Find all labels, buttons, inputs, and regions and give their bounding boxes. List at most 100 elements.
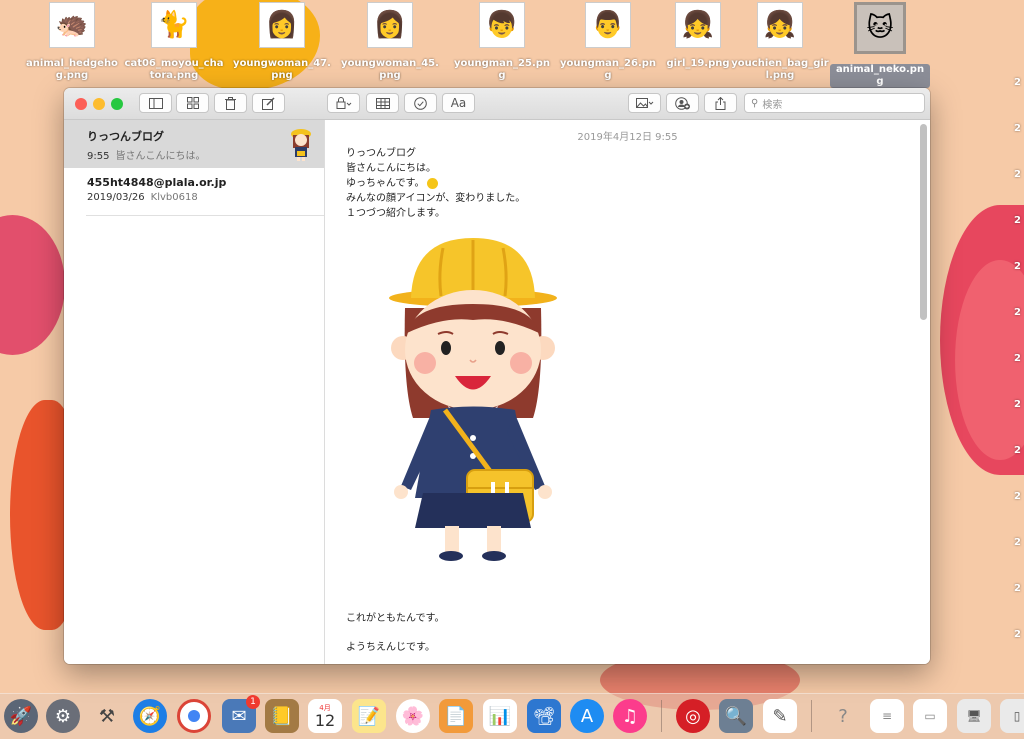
desktop-file-8[interactable]: 🐱 animal_neko.png (830, 2, 930, 88)
sidebar-toggle-button[interactable] (139, 93, 172, 113)
hedgehog-icon: 🦔 (49, 2, 95, 48)
gallery-view-button[interactable] (176, 93, 209, 113)
desktop-file-3[interactable]: 👩 youngwoman_45.png (340, 2, 440, 82)
desktop-edge-label: 2 (1014, 445, 1021, 456)
zoom-window-button[interactable] (111, 98, 123, 110)
desktop-edge-label: 2 (1014, 629, 1021, 640)
preview-icon[interactable]: 🔍 (719, 699, 753, 733)
trash-dock-icon[interactable]: ▯ (1000, 699, 1024, 733)
textedit-icon[interactable]: ✎ (763, 699, 797, 733)
note-title: 455ht4848@plala.or.jp (87, 176, 227, 189)
desktop-edge-label: 2 (1014, 169, 1021, 180)
desktop-file-label: animal_neko.png (830, 64, 930, 88)
delete-button[interactable] (214, 93, 247, 113)
note-item-email[interactable]: 455ht4848@plala.or.jp 2019/03/26 Klvb0618 (64, 168, 324, 216)
note-line: １つづつ紹介します。 (346, 208, 445, 219)
desktop-file-4[interactable]: 👦 youngman_25.png (452, 2, 552, 82)
kindergarten-girl-icon: 👧 (757, 2, 803, 48)
media-button[interactable] (628, 93, 661, 113)
scrollbar[interactable] (920, 124, 927, 320)
table-icon (375, 97, 390, 109)
dock: 🚀 ⚙ ⚒ 🧭 ✉ 1 📒 4月 12 📝 🌸 📄 📊 📽 A ♫ ◎ 🔍 ✎ ? … (0, 693, 1024, 739)
desktop-file-1[interactable]: 🐈 cat06_moyou_chatora.png (124, 2, 224, 82)
minimize-window-button[interactable] (93, 98, 105, 110)
desktop-file-5[interactable]: 👨 youngman_26.png (558, 2, 658, 82)
desktop-file-label: youngman_25.png (453, 58, 551, 81)
toolbar: Aa ⚲ 検索 (64, 88, 930, 120)
note-thumbnail-image (291, 129, 311, 161)
chrome-icon[interactable] (177, 699, 211, 733)
search-icon: ⚲ (751, 97, 759, 109)
document-icon[interactable]: ▭ (913, 699, 947, 733)
desktop-edge-label: 2 (1014, 261, 1021, 272)
app-store-icon[interactable]: A (570, 699, 604, 733)
desktop-file-label: youngman_26.png (559, 58, 657, 81)
pages-icon[interactable]: 📄 (439, 699, 473, 733)
divider (86, 215, 324, 216)
compose-button[interactable] (252, 93, 285, 113)
note-time: 9:55 (87, 151, 110, 162)
system-preferences-icon[interactable]: ⚙ (46, 699, 80, 733)
add-people-button[interactable] (666, 93, 699, 113)
antivirus-icon[interactable]: ◎ (676, 699, 710, 733)
desktop-file-0[interactable]: 🦔 animal_hedgehog.png (22, 2, 122, 82)
search-placeholder: 検索 (762, 99, 783, 111)
woman-icon: 👩 (367, 2, 413, 48)
safari-icon[interactable]: 🧭 (133, 699, 167, 733)
table-button[interactable] (366, 93, 399, 113)
girl-icon: 👧 (675, 2, 721, 48)
contacts-icon[interactable]: 📒 (265, 699, 299, 733)
screenshot-icon[interactable]: 🖥 (957, 699, 991, 733)
dock-divider (811, 700, 812, 732)
note-item-blog[interactable]: りっつんブログ 9:55 皆さんこんにちは。 (64, 120, 324, 168)
desktop-file-label: cat06_moyou_chatora.png (124, 58, 224, 81)
desktop-file-label: youngwoman_47.png (233, 58, 331, 81)
man-icon: 👨 (585, 2, 631, 48)
note-line: ゆっちゃんです。 (346, 176, 525, 191)
search-field[interactable]: ⚲ 検索 (744, 93, 925, 113)
desktop-file-label: youchien_bag_girl.png (731, 58, 829, 81)
notes-list: りっつんブログ 9:55 皆さんこんにちは。 455ht4848@plala.or… (64, 120, 325, 664)
smiley-icon (426, 177, 438, 189)
keynote-icon[interactable]: 📽 (527, 699, 561, 733)
lock-button[interactable] (327, 93, 360, 113)
wallpaper-shape (0, 215, 65, 355)
notes-icon[interactable]: 📝 (352, 699, 386, 733)
note-editor[interactable]: 2019年4月12日 9:55 りっつんブログ 皆さんこんにちは。 ゆっちゃんで… (325, 120, 930, 664)
format-button[interactable]: Aa (442, 93, 475, 113)
desktop-file-label: animal_hedgehog.png (26, 58, 118, 81)
woman-icon: 👩 (259, 2, 305, 48)
share-button[interactable] (704, 93, 737, 113)
calendar-day: 12 (314, 711, 336, 730)
lock-icon (336, 97, 351, 109)
desktop-file-label: youngwoman_45.png (341, 58, 439, 81)
note-preview: Klvb0618 (150, 192, 198, 203)
desktop-edge-label: 2 (1014, 77, 1021, 88)
note-line: 皆さんこんにちは。 (346, 163, 436, 174)
network-utility-icon[interactable]: ⚒ (90, 699, 124, 733)
itunes-icon[interactable]: ♫ (613, 699, 647, 733)
note-line-text: ゆっちゃんです。 (346, 178, 425, 189)
photo-icon (635, 97, 653, 108)
checklist-button[interactable] (404, 93, 437, 113)
document-icon[interactable]: ≡ (870, 699, 904, 733)
mail-icon[interactable]: ✉ 1 (222, 695, 260, 733)
desktop-file-7[interactable]: 👧 youchien_bag_girl.png (730, 2, 830, 82)
checkmark-icon (414, 96, 427, 110)
add-person-icon (674, 96, 690, 110)
notes-window: Aa ⚲ 検索 りっつんブログ 9:55 皆さんこんにちは。 455ht4848… (64, 88, 930, 664)
desktop-edge-label: 2 (1014, 583, 1021, 594)
calendar-icon[interactable]: 4月 12 (308, 699, 342, 733)
note-line: これがともたんです。 (346, 613, 445, 624)
note-body[interactable]: りっつんブログ 皆さんこんにちは。 ゆっちゃんです。 みんなの顔アイコンが、変わ… (346, 146, 525, 221)
launchpad-icon[interactable]: 🚀 (4, 699, 38, 733)
desktop-edge-label: 2 (1014, 123, 1021, 134)
close-window-button[interactable] (75, 98, 87, 110)
note-line: りっつんブログ (346, 148, 416, 159)
man-icon: 👦 (479, 2, 525, 48)
note-preview: 皆さんこんにちは。 (115, 151, 206, 162)
photos-icon[interactable]: 🌸 (396, 699, 430, 733)
numbers-icon[interactable]: 📊 (483, 699, 517, 733)
help-icon[interactable]: ? (826, 699, 860, 733)
desktop-file-2[interactable]: 👩 youngwoman_47.png (232, 2, 332, 82)
